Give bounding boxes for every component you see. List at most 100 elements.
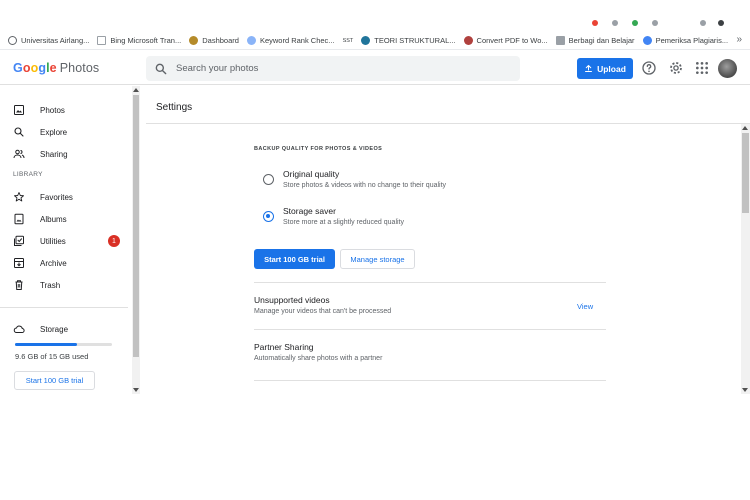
bookmark-item[interactable]: TEORI STRUKTURAL... bbox=[361, 36, 456, 45]
view-link[interactable]: View bbox=[577, 302, 593, 311]
browser-toolbar bbox=[0, 0, 750, 30]
option-title: Storage saver bbox=[283, 206, 336, 216]
bookmark-label: Pemeriksa Plagiaris... bbox=[655, 36, 729, 45]
search-icon[interactable] bbox=[154, 62, 168, 76]
sidebar-item-explore[interactable]: Explore bbox=[0, 123, 130, 141]
partner-sharing-title: Partner Sharing bbox=[254, 342, 314, 352]
sidebar: Photos Explore Sharing LIBRARY Favorites… bbox=[0, 86, 140, 394]
settings-panel: Settings BACKUP QUALITY FOR PHOTOS & VID… bbox=[146, 86, 750, 394]
bookmark-item[interactable]: Keyword Rank Chec... bbox=[246, 36, 335, 45]
scrollbar-thumb[interactable] bbox=[742, 133, 749, 213]
sidebar-item-label: Trash bbox=[40, 280, 61, 290]
sidebar-item-label: Photos bbox=[40, 105, 65, 115]
start-trial-button[interactable]: Start 100 GB trial bbox=[14, 371, 95, 390]
bookmarks-bar: Universitas Airlang... Bing Microsoft Tr… bbox=[0, 32, 750, 50]
main-scrollbar[interactable] bbox=[741, 124, 750, 394]
sidebar-item-archive[interactable]: Archive bbox=[0, 254, 130, 272]
logo-product: Photos bbox=[59, 61, 100, 75]
sidebar-item-label: Utilities bbox=[40, 236, 66, 246]
sidebar-scrollbar[interactable] bbox=[132, 86, 140, 394]
unsupported-videos-description: Manage your videos that can't be process… bbox=[254, 308, 392, 315]
search-bar[interactable] bbox=[146, 56, 520, 81]
wordpress-icon bbox=[361, 36, 371, 45]
scroll-up-icon[interactable] bbox=[742, 126, 748, 130]
sidebar-item-label: Archive bbox=[40, 258, 67, 268]
help-icon[interactable] bbox=[641, 60, 657, 76]
sidebar-item-photos[interactable]: Photos bbox=[0, 101, 130, 119]
upload-button[interactable]: Upload bbox=[577, 58, 633, 79]
sidebar-item-label: Storage bbox=[40, 324, 69, 334]
window-control-icon[interactable] bbox=[700, 20, 706, 26]
search-input[interactable] bbox=[176, 63, 476, 74]
sidebar-divider bbox=[0, 307, 128, 308]
option-title: Original quality bbox=[283, 169, 340, 179]
people-icon bbox=[13, 149, 25, 159]
section-divider bbox=[254, 329, 606, 330]
cloud-icon bbox=[13, 325, 25, 333]
option-description: Store more at a slightly reduced quality bbox=[283, 219, 405, 226]
extension-icon[interactable] bbox=[632, 20, 638, 26]
sidebar-item-sharing[interactable]: Sharing bbox=[0, 145, 130, 163]
app-header: GooglePhotos Upload bbox=[0, 51, 750, 85]
scroll-down-icon[interactable] bbox=[133, 388, 139, 392]
extension-icon[interactable] bbox=[592, 20, 598, 26]
star-icon bbox=[14, 192, 24, 202]
apps-grid-icon[interactable] bbox=[694, 60, 710, 76]
screen: Universitas Airlang... Bing Microsoft Tr… bbox=[0, 0, 750, 500]
storage-saver-radio[interactable] bbox=[263, 211, 274, 222]
storage-progress-bar bbox=[15, 343, 112, 346]
bookmark-item[interactable]: Bing Microsoft Tran... bbox=[97, 36, 181, 45]
bookmark-item[interactable]: Universitas Airlang... bbox=[8, 36, 89, 45]
bookmark-item[interactable]: Dashboard bbox=[189, 36, 239, 45]
bookmark-label: Convert PDF to Wo... bbox=[476, 36, 548, 45]
bookmark-favicon-icon bbox=[642, 36, 652, 45]
logo-google: Google bbox=[13, 61, 57, 75]
bookmark-label: Universitas Airlang... bbox=[21, 36, 90, 45]
upload-icon bbox=[585, 65, 593, 72]
bookmark-label: Bing Microsoft Tran... bbox=[110, 36, 182, 45]
bookmark-favicon-icon bbox=[97, 36, 107, 45]
google-photos-logo[interactable]: Google Photos bbox=[13, 61, 99, 75]
extension-icon[interactable] bbox=[652, 20, 658, 26]
bookmark-favicon-icon bbox=[463, 36, 473, 45]
sidebar-item-storage[interactable]: Storage bbox=[0, 320, 130, 338]
backup-quality-heading: BACKUP QUALITY FOR PHOTOS & VIDEOS bbox=[254, 146, 383, 152]
manage-storage-button[interactable]: Manage storage bbox=[340, 249, 415, 269]
library-section-label: LIBRARY bbox=[13, 171, 43, 178]
partner-sharing-description: Automatically share photos with a partne… bbox=[254, 355, 383, 362]
sidebar-item-label: Albums bbox=[40, 214, 67, 224]
sidebar-item-favorites[interactable]: Favorites bbox=[0, 188, 130, 206]
scrollbar-thumb[interactable] bbox=[133, 95, 139, 357]
extension-icon[interactable] bbox=[612, 20, 618, 26]
start-trial-button[interactable]: Start 100 GB trial bbox=[254, 249, 335, 269]
sidebar-item-trash[interactable]: Trash bbox=[0, 276, 130, 294]
sidebar-item-label: Explore bbox=[40, 127, 68, 137]
bookmark-item[interactable]: Convert PDF to Wo... bbox=[463, 36, 548, 45]
bookmark-favicon-icon bbox=[246, 36, 256, 45]
scroll-up-icon[interactable] bbox=[133, 88, 139, 92]
sidebar-item-albums[interactable]: Albums bbox=[0, 210, 130, 228]
bookmark-item[interactable]: Berbagi dan Belajar bbox=[555, 36, 635, 45]
trash-icon bbox=[15, 280, 23, 290]
profile-icon[interactable] bbox=[718, 20, 724, 26]
bookmark-favicon-icon bbox=[8, 36, 17, 45]
storage-usage-text: 9.6 GB of 15 GB used bbox=[15, 352, 89, 361]
gear-icon[interactable] bbox=[668, 60, 684, 76]
bookmark-item[interactable]: Pemeriksa Plagiaris... bbox=[642, 36, 729, 45]
photo-icon bbox=[14, 105, 24, 115]
bookmark-item[interactable]: SST bbox=[343, 38, 354, 44]
unsupported-videos-title: Unsupported videos bbox=[254, 295, 330, 305]
original-quality-radio[interactable] bbox=[263, 174, 274, 185]
album-icon bbox=[14, 213, 24, 225]
avatar[interactable] bbox=[718, 59, 737, 78]
sidebar-item-utilities[interactable]: Utilities 1 bbox=[0, 232, 130, 250]
scroll-down-icon[interactable] bbox=[742, 388, 748, 392]
option-description: Store photos & videos with no change to … bbox=[283, 182, 447, 189]
storage-progress-fill bbox=[15, 343, 78, 346]
upload-label: Upload bbox=[597, 63, 626, 74]
bookmark-favicon-icon bbox=[555, 36, 565, 45]
bookmark-label: SST bbox=[342, 37, 354, 44]
bookmark-label: Keyword Rank Chec... bbox=[259, 36, 335, 45]
more-bookmarks-icon[interactable]: » bbox=[736, 34, 742, 45]
archive-icon bbox=[14, 258, 24, 268]
